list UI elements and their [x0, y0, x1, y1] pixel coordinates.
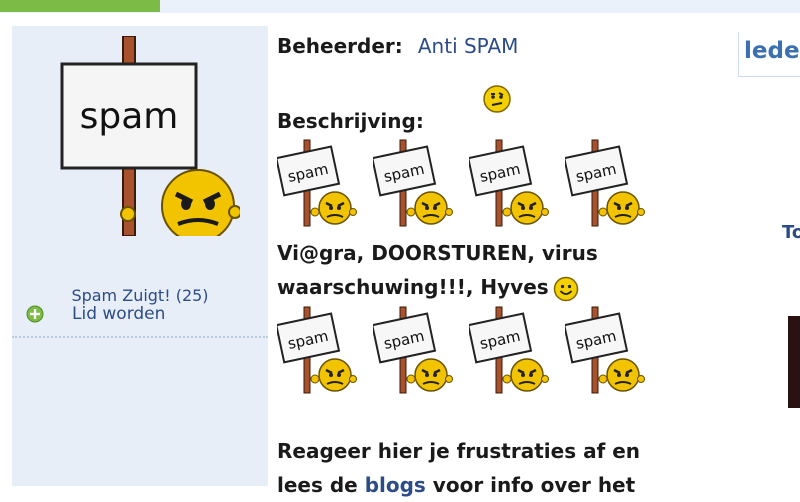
admin-link[interactable]: Anti SPAM — [418, 34, 519, 58]
right-sidebar: lede To — [738, 26, 800, 486]
spam-sign-icon: spam — [275, 138, 357, 228]
members-heading-text: lede — [744, 38, 800, 64]
spam-sign-icon: spam — [563, 305, 645, 395]
description-line-1: Vi@gra, DOORSTUREN, virus — [277, 241, 598, 265]
smiley-icon — [553, 276, 578, 301]
logo-text: spam — [80, 96, 179, 137]
spam-sign-icon: spam — [275, 305, 357, 395]
react-text: Reageer hier je frustraties af en lees d… — [277, 434, 707, 502]
spam-icon-row: spam spam spam spam — [275, 305, 677, 395]
description-text: Vi@gra, DOORSTUREN, virus waarschuwing!!… — [277, 236, 687, 304]
admin-row: Beheerder: Anti SPAM — [277, 34, 518, 58]
join-label: Lid worden — [72, 304, 166, 324]
spam-sign-icon: spam — [467, 305, 549, 395]
tab-active[interactable] — [0, 0, 160, 12]
sidebar-link[interactable]: To — [782, 222, 800, 243]
confused-smiley-icon — [483, 85, 511, 113]
spam-sign-icon: spam — [467, 138, 549, 228]
divider — [12, 336, 268, 338]
plus-circle-icon — [26, 305, 44, 323]
join-group-button[interactable]: Lid worden — [26, 303, 165, 325]
spam-sign-icon: spam — [563, 138, 645, 228]
admin-label: Beheerder: — [277, 34, 403, 58]
react-post: voor info over het — [425, 473, 636, 497]
spam-sign-icon: spam — [371, 138, 453, 228]
member-thumbnail[interactable] — [788, 316, 800, 408]
group-card: spam Spam Zuigt! (25) Lid worden — [12, 26, 268, 486]
blogs-link[interactable]: blogs — [365, 473, 426, 497]
members-heading[interactable]: lede — [738, 32, 800, 77]
spam-sign-icon: spam — [371, 305, 453, 395]
description-line-2: waarschuwing!!!, Hyves — [277, 275, 549, 299]
description-label: Beschrijving: — [277, 109, 424, 133]
spam-sign-logo: spam — [60, 36, 240, 236]
react-mid: lees de — [277, 473, 365, 497]
react-line-1: Reageer hier je frustraties af en — [277, 439, 641, 463]
group-info: Beheerder: Anti SPAM Beschrijving: spam s… — [275, 0, 717, 497]
spam-icon-row: spam spam spam spam — [275, 138, 677, 228]
